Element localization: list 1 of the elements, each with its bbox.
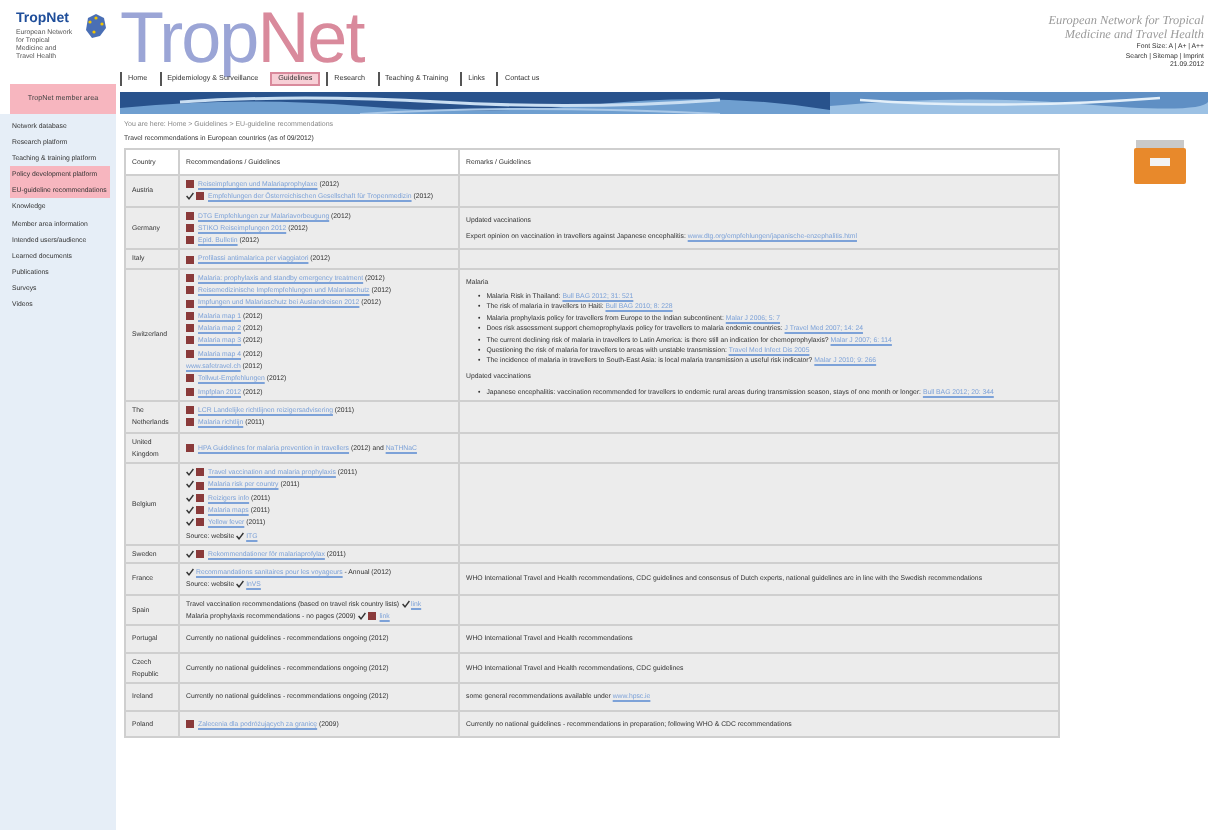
site-title: TropNet <box>120 4 367 72</box>
